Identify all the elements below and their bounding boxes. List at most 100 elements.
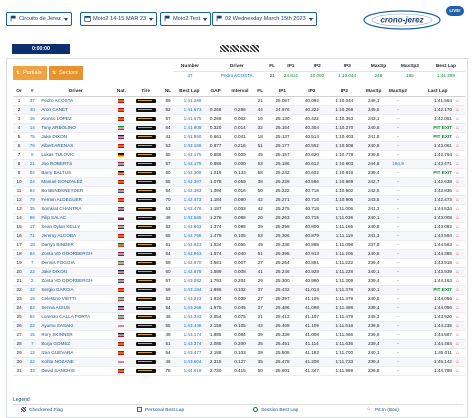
driver-name[interactable]: Barry BALTUS: [39, 168, 113, 178]
table-row[interactable]: 2 40 Aron CANET 52 1:41.573 0.266 0.266 44 24.97…: [13, 105, 465, 115]
interval-cell: 0.127: [227, 357, 253, 367]
position-cell: 3: [13, 114, 26, 124]
col-header[interactable]: Driver: [39, 88, 113, 97]
ip1-cell: 25.263: [268, 213, 297, 223]
table-row[interactable]: 7 5 Lukas TULOVIC 55 1:42.175 0.886 0.009 45 25.…: [13, 150, 465, 160]
driver-name[interactable]: Rory SKINNER: [39, 330, 113, 340]
summary-cell[interactable]: Pedro ACOSTA: [206, 70, 267, 79]
driver-name[interactable]: Manuel GONZALEZ: [39, 177, 113, 187]
driver-name[interactable]: Albert ARENAS: [39, 141, 113, 151]
table-row[interactable]: 3 16 Alonso LOPEZ 57 1:41.575 0.268 0.002 16 25.…: [13, 114, 465, 124]
table-row[interactable]: 10 24 Manuel GONZALEZ 55 1:42.367 1.078 0.059 3…: [13, 177, 465, 187]
col-header[interactable]: #: [25, 88, 40, 97]
tire-cell: [130, 132, 161, 142]
table-row[interactable]: 15 17 Sean Dylan KELLY 52 1:42.663 1.374 0.098…: [13, 222, 465, 232]
table-row[interactable]: 30 22 Kohta NOZANE 46 1:43.604 2.315 0.127 35 25…: [13, 357, 465, 367]
col-header[interactable]: Nat.: [112, 88, 131, 97]
table-row[interactable]: 23 19 Celestino VIETTI 52 1:43.223 1.934 0.039…: [13, 294, 465, 304]
table-row[interactable]: 5 75 Jake DIXON 41 1:41.950 0.661 0.041 18 25.13…: [13, 132, 465, 142]
driver-name[interactable]: Jake DIXON: [39, 132, 113, 142]
tab-partials[interactable]: ⇅ Partials: [13, 66, 47, 80]
table-row[interactable]: 9 54 Barry BALTUS 60 1:42.308 1.019 0.133 58 25.…: [13, 168, 465, 178]
table-row[interactable]: 21 2 Zonta VD GOORBERGH 57 1:43.082 1.793 0.20…: [13, 276, 465, 286]
table-row[interactable]: 25 64 Lorenzo CALLA PORTA 46 1:43.343 2.054 0.…: [13, 312, 465, 322]
day-select[interactable]: 02 Wednesday March 15th 2023: [212, 12, 317, 26]
driver-name[interactable]: Tony ARBOLINO: [39, 123, 113, 133]
table-row[interactable]: 27 15 Rory SKINNER 48 1:43.174 1.885 0.084 39 25…: [13, 330, 465, 340]
driver-name[interactable]: Lorenzo CALLA PORTA: [39, 312, 113, 322]
ip2-cell: 41.109: [296, 321, 328, 331]
table-row[interactable]: 17 18 Darryn BINDER 61 1:42.823 1.534 0.055 49 2…: [13, 240, 465, 250]
table-row[interactable]: 1 37 Pedro ACOSTA 59 1:41.289 21 25.087 40.092 1…: [13, 96, 465, 106]
table-row[interactable]: 28 7 Borja GOMEZ 51 1:43.374 2.085 0.200 35 25.4…: [13, 339, 465, 349]
table-row[interactable]: 18 84 Zonta VD GOORBERGH 64 1:42.863 1.574 0.0…: [13, 249, 465, 259]
driver-name[interactable]: Dennis FOGGIA: [39, 258, 113, 268]
circuit-select[interactable]: Circuito de Jerez: [6, 12, 72, 26]
table-row[interactable]: 8 21 Joe ROBERTS 57 1:42.175 0.886 0.000 53 25.1…: [13, 159, 465, 169]
table-row[interactable]: 29 12 Izan GUEVARA 54 1:43.477 2.188 0.103 39 25…: [13, 348, 465, 358]
summary-col-header: Driver: [229, 64, 244, 70]
driver-name[interactable]: Senna AGIUS: [39, 303, 113, 313]
driver-name[interactable]: Zonta VD GOORBERGH: [39, 276, 113, 286]
driver-name[interactable]: Sergio GARCIA: [39, 285, 113, 295]
tire-cell: [130, 258, 161, 268]
event-select[interactable]: Moto2 14-15 MAR 23: [80, 12, 158, 26]
driver-name[interactable]: Pedro ACOSTA: [39, 96, 113, 106]
col-header[interactable]: MaxSp2: [385, 88, 411, 97]
table-row[interactable]: 14 96 Filip SALAC 49 1:42.565 1.276 0.089 20 25.…: [13, 213, 465, 223]
col-header[interactable]: Best Lap: [175, 88, 204, 97]
col-header[interactable]: Tire: [130, 88, 161, 97]
driver-name[interactable]: Somkiat CHANTRA: [39, 204, 113, 214]
table-row[interactable]: 12 79 Fermin ALDEGUER 70 1:42.473 1.184 0.090 4…: [13, 195, 465, 205]
table-row[interactable]: 26 22 Ayumu SASAKI 55 1:43.448 2.159 0.105 43 25…: [13, 321, 465, 331]
driver-name[interactable]: Alonso LOPEZ: [39, 114, 113, 124]
driver-name[interactable]: Darryn BINDER: [39, 240, 113, 250]
col-header[interactable]: MaxSp: [361, 88, 386, 97]
table-row[interactable]: 19 7 Dennis FOGGIA 58 1:42.870 1.581 0.007 27 25…: [13, 258, 465, 268]
col-header[interactable]: IP1: [268, 88, 297, 97]
driver-name[interactable]: Borja GOMEZ: [39, 339, 113, 349]
driver-name[interactable]: Celestino VIETTI: [39, 294, 113, 304]
country-flag-icon: [118, 359, 125, 364]
driver-name[interactable]: Fermin ALDEGUER: [39, 195, 113, 205]
driver-name[interactable]: Izan GUEVARA: [39, 348, 113, 358]
col-header[interactable]: GAP: [203, 88, 228, 97]
driver-name[interactable]: David SANCHIS: [39, 366, 113, 376]
table-row[interactable]: 20 22 Jake DIXON 60 1:42.878 1.589 0.008 41 25.2…: [13, 267, 465, 277]
table-row[interactable]: 24 84 Senna AGIUS 54 1:43.268 1.979 0.045 37 25.…: [13, 303, 465, 313]
table-row[interactable]: 11 64 Bo BENDSNEYDER 54 1:42.383 1.094 0.016 50…: [13, 186, 465, 196]
table-row[interactable]: 6 79 Albert ARENAS 53 1:42.166 0.877 0.216 51 25…: [13, 141, 465, 151]
interval-cell: [227, 96, 253, 106]
col-header[interactable]: FL: [252, 88, 269, 97]
table-row[interactable]: 4 14 Tony ARBOLINO 64 1:41.909 0.320 0.014 32 25…: [13, 123, 465, 133]
ip3-cell: 1:10.905: [327, 195, 362, 205]
driver-name[interactable]: Aron CANET: [39, 105, 113, 115]
col-header[interactable]: Interval: [227, 88, 253, 97]
col-header[interactable]: IP3: [327, 88, 362, 97]
driver-name[interactable]: Sean Dylan KELLY: [39, 222, 113, 232]
table-row[interactable]: 22 32 Sergio GARCIA 59 1:43.184 1.895 0.102 37 2…: [13, 285, 465, 295]
number-cell: 40: [25, 105, 40, 115]
driver-name[interactable]: Ayumu SASAKI: [39, 321, 113, 331]
col-header[interactable]: IP2: [296, 88, 328, 97]
driver-name[interactable]: Kohta NOZANE: [39, 357, 113, 367]
gap-cell: 0.886: [203, 150, 228, 160]
best-lap-cell: 1:42.308: [175, 168, 204, 178]
col-header[interactable]: NL: [160, 88, 176, 97]
driver-name[interactable]: Joe ROBERTS: [39, 159, 113, 169]
live-badge[interactable]: LIVE!: [446, 6, 464, 16]
driver-name[interactable]: Jake DIXON: [39, 267, 113, 277]
driver-name[interactable]: Bo BENDSNEYDER: [39, 186, 113, 196]
session-select[interactable]: Moto2 Test: [160, 12, 212, 26]
table-row[interactable]: 13 35 Somkiat CHANTRA 53 1:42.476 1.187 0.003 4…: [13, 204, 465, 214]
col-header[interactable]: Or: [13, 88, 26, 97]
tab-sectors[interactable]: ⇅ Sectors: [49, 66, 83, 80]
tire-cell: [130, 321, 161, 331]
driver-name[interactable]: Zonta VD GOORBERGH: [39, 249, 113, 259]
col-header[interactable]: Last Lap: [410, 88, 465, 97]
table-row[interactable]: 31 33 David SANCHIS 78 1:44.019 2.730 0.415 60 2…: [13, 366, 465, 376]
table-row[interactable]: 16 71 Jeremy ALCOBA 65 1:42.768 1.479 0.105 53 2…: [13, 231, 465, 241]
driver-name[interactable]: Filip SALAC: [39, 213, 113, 223]
driver-name[interactable]: Jeremy ALCOBA: [39, 231, 113, 241]
driver-name[interactable]: Lukas TULOVIC: [39, 150, 113, 160]
